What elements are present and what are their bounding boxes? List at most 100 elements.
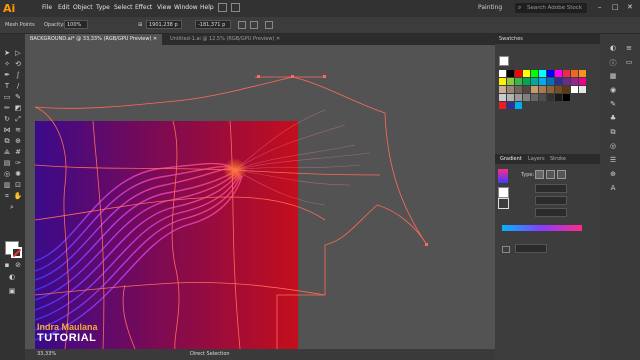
layout-icon[interactable] <box>218 3 227 12</box>
watermark-subtitle: TUTORIAL <box>37 332 97 344</box>
opacity-label: Opacity: <box>44 22 65 28</box>
tool-name-label: Mesh Points <box>5 22 35 28</box>
hand-tool-icon[interactable]: ✋ <box>13 191 23 201</box>
arrange-icon[interactable] <box>231 3 240 12</box>
line-tool-icon[interactable]: / <box>13 81 23 91</box>
perspective-grid-icon[interactable]: ⟁ <box>2 147 12 157</box>
width-tool-icon[interactable]: ⋈ <box>2 125 12 135</box>
mesh-option-icon[interactable] <box>238 21 246 29</box>
radial-gradient-button[interactable] <box>546 170 555 179</box>
draw-mode-icon[interactable]: ◐ <box>7 272 17 282</box>
close-icon[interactable]: ✕ <box>627 3 633 11</box>
linear-gradient-button[interactable] <box>535 170 544 179</box>
menu-window[interactable]: Window <box>174 4 198 11</box>
menu-effect[interactable]: Effect <box>135 4 152 11</box>
warp-tool-icon[interactable]: ≋ <box>13 125 23 135</box>
tab-untitled[interactable]: Untitled-1.ai @ 12,5% (RGB/GPU Preview) … <box>165 34 285 45</box>
mesh-option-icon-2[interactable] <box>250 21 258 29</box>
gradient-aspect-field[interactable] <box>535 196 567 205</box>
mesh-tool-icon[interactable]: # <box>13 147 23 157</box>
pen-tool-icon[interactable]: ✒ <box>2 70 12 80</box>
pencil-tool-icon[interactable]: ✏ <box>2 103 12 113</box>
menu-help[interactable]: Help <box>200 4 214 11</box>
rectangle-tool-icon[interactable]: ▭ <box>2 92 12 102</box>
gradient-type-label: Type: <box>521 172 535 178</box>
blend-tool-icon[interactable]: ◎ <box>2 169 12 179</box>
transparency-panel-icon[interactable]: ◎ <box>608 142 618 150</box>
minimize-icon[interactable]: – <box>598 3 602 11</box>
eraser-tool-icon[interactable]: ◩ <box>13 103 23 113</box>
gradient-preview-swatch[interactable] <box>498 169 508 183</box>
tab-stroke[interactable]: Stroke <box>550 154 566 164</box>
opacity-field[interactable]: 100% <box>64 20 88 29</box>
gradient-stroke-swatch[interactable] <box>498 198 509 209</box>
type-tool-icon[interactable]: T <box>2 81 12 91</box>
screen-mode-icon[interactable]: ▣ <box>7 286 17 296</box>
gradient-location-field[interactable] <box>535 208 567 217</box>
libraries-panel-icon[interactable]: ▦ <box>608 72 618 80</box>
direct-selection-tool-icon[interactable]: ▷ <box>13 48 23 58</box>
selection-tool-icon[interactable]: ➤ <box>2 48 12 58</box>
character-panel-icon[interactable]: A <box>608 184 618 192</box>
eyedropper-icon[interactable] <box>502 246 510 253</box>
pathfinder-panel-icon[interactable]: ⊕ <box>608 170 618 178</box>
maximize-icon[interactable]: □ <box>612 3 619 11</box>
x-coord-field[interactable]: 1901,238 p <box>146 20 182 29</box>
y-coord-field[interactable]: -181,371 p <box>195 20 231 29</box>
gradient-tool-icon[interactable]: ▤ <box>2 158 12 168</box>
symbols-panel-icon[interactable]: ♣ <box>608 114 618 122</box>
artboards-panel-icon[interactable]: ▭ <box>624 58 634 66</box>
tab-background[interactable]: BACKGROUND.ai* @ 33,33% (RGB/GPU Preview… <box>25 34 163 45</box>
menu-file[interactable]: File <box>42 4 52 11</box>
x-coord-icon: ⊞ <box>138 22 143 28</box>
tab-layers[interactable]: Layers <box>528 154 545 164</box>
zoom-tool-icon[interactable]: ⌕ <box>7 202 17 212</box>
properties-panel-icon[interactable]: ≡ <box>624 44 634 52</box>
swatches-title[interactable]: Swatches <box>499 36 523 42</box>
symbol-sprayer-icon[interactable]: ✺ <box>13 169 23 179</box>
shape-builder-icon[interactable]: ⊕ <box>13 136 23 146</box>
mesh-option-icon-3[interactable] <box>265 21 273 29</box>
menu-object[interactable]: Object <box>73 4 93 11</box>
menu-view[interactable]: View <box>157 4 171 11</box>
color-panel-icon[interactable]: ◐ <box>608 44 618 52</box>
appearance-panel-icon[interactable]: ◉ <box>608 86 618 94</box>
magic-wand-icon[interactable]: ✧ <box>2 59 12 69</box>
scale-tool-icon[interactable]: ⤢ <box>13 114 23 124</box>
gradient-opacity-field[interactable] <box>515 244 547 253</box>
free-transform-icon[interactable]: ⧉ <box>2 136 12 146</box>
menu-bar: Ai File Edit Object Type Select Effect V… <box>0 0 640 17</box>
rotate-tool-icon[interactable]: ↻ <box>2 114 12 124</box>
control-bar: Mesh Points Opacity: 100% ⊞ 1901,238 p -… <box>0 17 640 34</box>
swatch-fill-preview[interactable] <box>499 56 509 66</box>
zoom-level[interactable]: 33,33% <box>37 351 56 357</box>
artboard-tool-icon[interactable]: ⊡ <box>13 180 23 190</box>
slice-tool-icon[interactable]: ⌗ <box>2 191 12 201</box>
stroke-color-swatch[interactable] <box>11 247 22 258</box>
curvature-tool-icon[interactable]: ∫ <box>13 70 23 80</box>
current-tool-status: Direct Selection <box>190 351 230 357</box>
gradient-angle-field[interactable] <box>535 184 567 193</box>
canvas[interactable] <box>25 45 495 349</box>
tab-gradient[interactable]: Gradient <box>500 154 522 164</box>
menu-select[interactable]: Select <box>114 4 133 11</box>
gradient-slider[interactable] <box>502 225 582 231</box>
workspace-switcher[interactable]: Painting <box>478 4 502 11</box>
freeform-gradient-button[interactable] <box>557 170 566 179</box>
lasso-icon[interactable]: ⟲ <box>13 59 23 69</box>
info-panel-icon[interactable]: ⓘ <box>608 58 618 68</box>
swatch-grid[interactable] <box>499 70 599 112</box>
graphic-styles-panel-icon[interactable]: ⧉ <box>608 128 618 137</box>
gradient-fill-swatch[interactable] <box>498 187 509 198</box>
menu-type[interactable]: Type <box>96 4 110 11</box>
menu-edit[interactable]: Edit <box>58 4 70 11</box>
stock-search-box[interactable]: ⌕ Search Adobe Stock <box>515 3 587 13</box>
none-color-icon[interactable]: ⊘ <box>13 260 23 270</box>
paintbrush-tool-icon[interactable]: ✎ <box>13 92 23 102</box>
brushes-panel-icon[interactable]: ✎ <box>608 100 618 108</box>
align-panel-icon[interactable]: ☰ <box>608 156 618 164</box>
color-mode-icon[interactable]: ▪ <box>2 260 12 270</box>
tab-background-label: BACKGROUND.ai* @ 33,33% (RGB/GPU Preview… <box>30 36 152 42</box>
graph-tool-icon[interactable]: ▥ <box>2 180 12 190</box>
eyedropper-tool-icon[interactable]: ✑ <box>13 158 23 168</box>
